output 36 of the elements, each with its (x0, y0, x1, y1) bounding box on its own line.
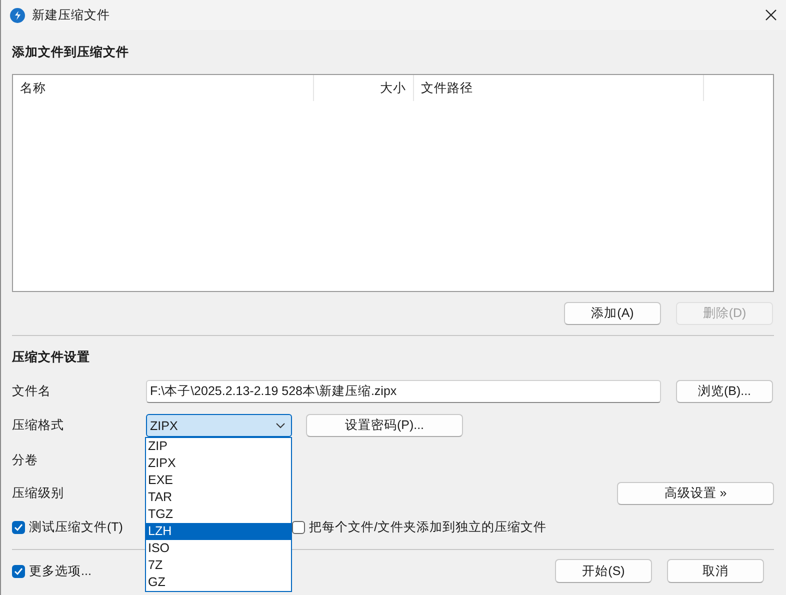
window-title: 新建压缩文件 (32, 6, 110, 24)
password-button[interactable]: 设置密码(P)... (306, 414, 463, 437)
checkbox-label: 更多选项... (29, 562, 92, 580)
column-header[interactable]: 文件路径 (414, 75, 704, 101)
checkbox[interactable] (292, 520, 305, 534)
dropdown-option[interactable]: ISO (146, 540, 291, 557)
field-label: 压缩格式 (12, 417, 65, 434)
dropdown-option[interactable]: ZIPX (146, 455, 291, 472)
app-logo-icon (10, 8, 25, 22)
section-heading: 添加文件到压缩文件 (12, 44, 130, 61)
dropdown-option[interactable]: GZ (146, 574, 291, 591)
checkbox[interactable] (12, 564, 25, 578)
filename-field[interactable]: F:\本子\2025.2.13-2.19 528本\新建压缩.zipx (146, 380, 661, 403)
section-heading: 压缩文件设置 (12, 349, 91, 366)
start-button[interactable]: 开始(S) (555, 559, 652, 583)
field-label: 文件名 (12, 383, 52, 400)
close-icon[interactable] (765, 9, 777, 21)
dropdown-option[interactable]: TGZ (146, 506, 291, 523)
column-header[interactable]: 名称 (13, 75, 314, 101)
add-button[interactable]: 添加(A) (564, 302, 661, 325)
chevron-down-icon (276, 422, 285, 428)
dropdown-option[interactable]: 7Z (146, 557, 291, 574)
browse-button[interactable]: 浏览(B)... (676, 380, 773, 403)
checkbox-label: 测试压缩文件(T) (29, 518, 123, 536)
checkbox-label: 把每个文件/文件夹添加到独立的压缩文件 (309, 518, 546, 536)
dropdown-option[interactable]: EXE (146, 472, 291, 489)
advanced-settings-button[interactable]: 高级设置 » (617, 482, 774, 505)
dropdown-option[interactable]: LZH (146, 523, 291, 540)
field-label: 压缩级别 (12, 485, 65, 502)
column-header[interactable]: 大小 (314, 75, 414, 101)
dropdown-option[interactable]: TAR (146, 489, 291, 506)
cancel-button[interactable]: 取消 (667, 559, 764, 583)
field-label: 分卷 (12, 452, 39, 468)
format-dropdown[interactable]: ZIPX (146, 414, 292, 437)
checkbox[interactable] (12, 520, 25, 534)
dropdown-option[interactable]: ZIP (146, 438, 291, 455)
